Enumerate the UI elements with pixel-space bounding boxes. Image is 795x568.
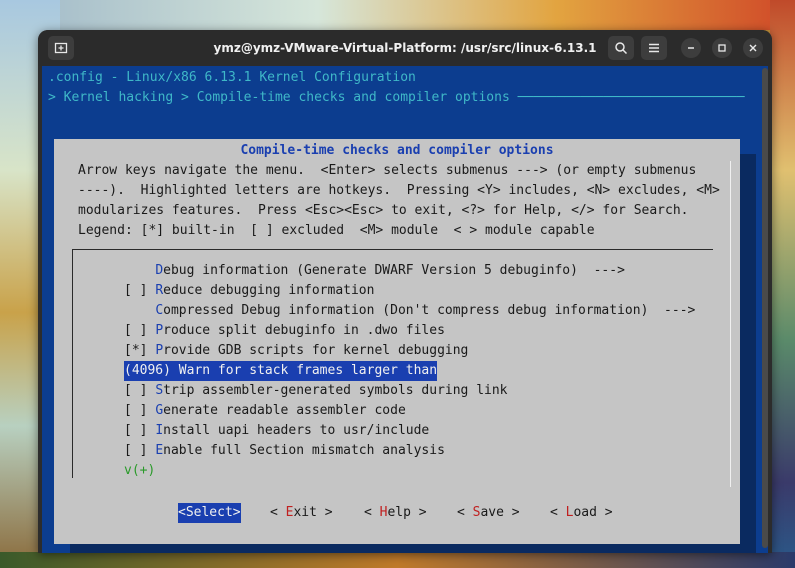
breadcrumb: > Kernel hacking > Compile-time checks a… — [48, 90, 745, 105]
menu-item-hotkey: R — [155, 283, 164, 298]
menu-button[interactable] — [641, 36, 667, 60]
close-button[interactable] — [743, 38, 763, 58]
menu-item-debug-information[interactable]: Debug information (Generate DWARF Versio… — [124, 261, 625, 281]
desktop-wallpaper-bottom — [0, 552, 795, 568]
button-bracket: < — [270, 505, 286, 520]
help-text-line: ----). Highlighted letters are hotkeys. … — [78, 183, 720, 198]
load-button[interactable]: < Load > — [550, 503, 613, 523]
maximize-icon — [718, 44, 726, 52]
minimize-button[interactable] — [681, 38, 701, 58]
dialog-title: Compile-time checks and compiler options — [240, 143, 554, 158]
new-tab-button[interactable] — [48, 36, 74, 60]
desktop-wallpaper-right — [770, 0, 795, 568]
menu-item-prefix — [124, 263, 155, 278]
help-text-line: modularizes features. Press <Esc><Esc> t… — [78, 203, 689, 218]
maximize-button[interactable] — [712, 38, 732, 58]
menu-item-stack-frame-warning[interactable]: (4096) Warn for stack frames larger than — [124, 361, 438, 381]
menu-item-label: nable full Section mismatch analysis — [163, 443, 445, 458]
menu-dialog: Compile-time checks and compiler options… — [54, 139, 740, 544]
new-tab-icon — [54, 42, 68, 54]
menu-item-hotkey: D — [155, 263, 164, 278]
menu-item-hotkey: W — [178, 363, 187, 378]
button-label: elp > — [387, 505, 427, 520]
button-label: ave > — [480, 505, 520, 520]
dialog-border-right — [730, 161, 731, 487]
menu-item-prefix: [ ] — [124, 383, 156, 398]
menu-item-hotkey: I — [155, 423, 164, 438]
desktop-wallpaper-top — [0, 0, 795, 30]
dialog-shadow-right — [740, 154, 756, 553]
hamburger-menu-icon — [649, 43, 659, 53]
more-items-indicator: v(+) — [124, 463, 156, 478]
dialog-shadow — [70, 544, 756, 553]
terminal-scrollbar[interactable] — [762, 68, 768, 548]
title-bar: ymz@ymz-VMware-Virtual-Platform: /usr/sr… — [38, 30, 772, 66]
menu-item-label: educe debugging information — [163, 283, 375, 298]
menu-item-prefix: [ ] — [124, 403, 156, 418]
menu-item-hotkey: E — [155, 443, 164, 458]
terminal-window: ymz@ymz-VMware-Virtual-Platform: /usr/sr… — [38, 30, 772, 553]
button-bracket: < — [364, 505, 380, 520]
exit-button[interactable]: < Exit > — [270, 503, 333, 523]
menu-item-label: arn for stack frames larger than — [186, 363, 438, 378]
menu-item-prefix: [ ] — [124, 443, 156, 458]
help-button[interactable]: < Help > — [364, 503, 427, 523]
menu-item-label: trip assembler-generated symbols during … — [163, 383, 508, 398]
menu-item-label: ebug information (Generate DWARF Version… — [163, 263, 625, 278]
menu-item-compressed-debug[interactable]: Compressed Debug information (Don't comp… — [124, 301, 695, 321]
menu-item-readable-asm[interactable]: [ ] Generate readable assembler code — [124, 401, 406, 421]
menu-item-prefix: [ ] — [124, 423, 156, 438]
button-bracket: < — [457, 505, 473, 520]
menu-item-hotkey: P — [155, 323, 164, 338]
menu-item-section-mismatch[interactable]: [ ] Enable full Section mismatch analysi… — [124, 441, 445, 461]
menu-item-hotkey: P — [155, 343, 164, 358]
menu-item-split-debuginfo[interactable]: [ ] Produce split debuginfo in .dwo file… — [124, 321, 445, 341]
menu-item-reduce-debugging[interactable]: [ ] Reduce debugging information — [124, 281, 374, 301]
terminal-content[interactable]: .config - Linux/x86 6.13.1 Kernel Config… — [42, 66, 768, 553]
menu-item-prefix: [ ] — [124, 323, 156, 338]
menu-item-label: enerate readable assembler code — [163, 403, 406, 418]
menu-item-hotkey: S — [155, 383, 164, 398]
menu-item-hotkey: G — [155, 403, 164, 418]
search-icon — [615, 42, 628, 55]
save-button[interactable]: < Save > — [457, 503, 520, 523]
menu-item-prefix: [ ] — [124, 283, 156, 298]
button-bracket: < — [550, 505, 566, 520]
button-label: oad > — [573, 505, 613, 520]
close-icon — [749, 44, 757, 52]
help-text-line: Arrow keys navigate the menu. <Enter> se… — [78, 163, 697, 178]
help-text-line: Legend: [*] built-in [ ] excluded <M> mo… — [78, 223, 595, 238]
menu-item-gdb-scripts[interactable]: [*] Provide GDB scripts for kernel debug… — [124, 341, 468, 361]
menu-item-label: rovide GDB scripts for kernel debugging — [163, 343, 469, 358]
menu-item-prefix — [124, 303, 155, 318]
menu-item-label: nstall uapi headers to usr/include — [163, 423, 430, 438]
select-button[interactable]: <Select> — [178, 503, 241, 523]
minimize-icon — [688, 47, 694, 49]
menu-item-uapi-headers[interactable]: [ ] Install uapi headers to usr/include — [124, 421, 429, 441]
menu-item-label: ompressed Debug information (Don't compr… — [163, 303, 696, 318]
menu-item-label: roduce split debuginfo in .dwo files — [163, 323, 445, 338]
menu-item-strip-symbols[interactable]: [ ] Strip assembler-generated symbols du… — [124, 381, 508, 401]
menu-item-hotkey: C — [155, 303, 164, 318]
search-button[interactable] — [608, 36, 634, 60]
button-label: xit > — [293, 505, 333, 520]
config-title-line: .config - Linux/x86 6.13.1 Kernel Config… — [48, 70, 416, 85]
menu-item-prefix: (4096) — [124, 363, 179, 378]
menu-item-prefix: [*] — [124, 343, 156, 358]
